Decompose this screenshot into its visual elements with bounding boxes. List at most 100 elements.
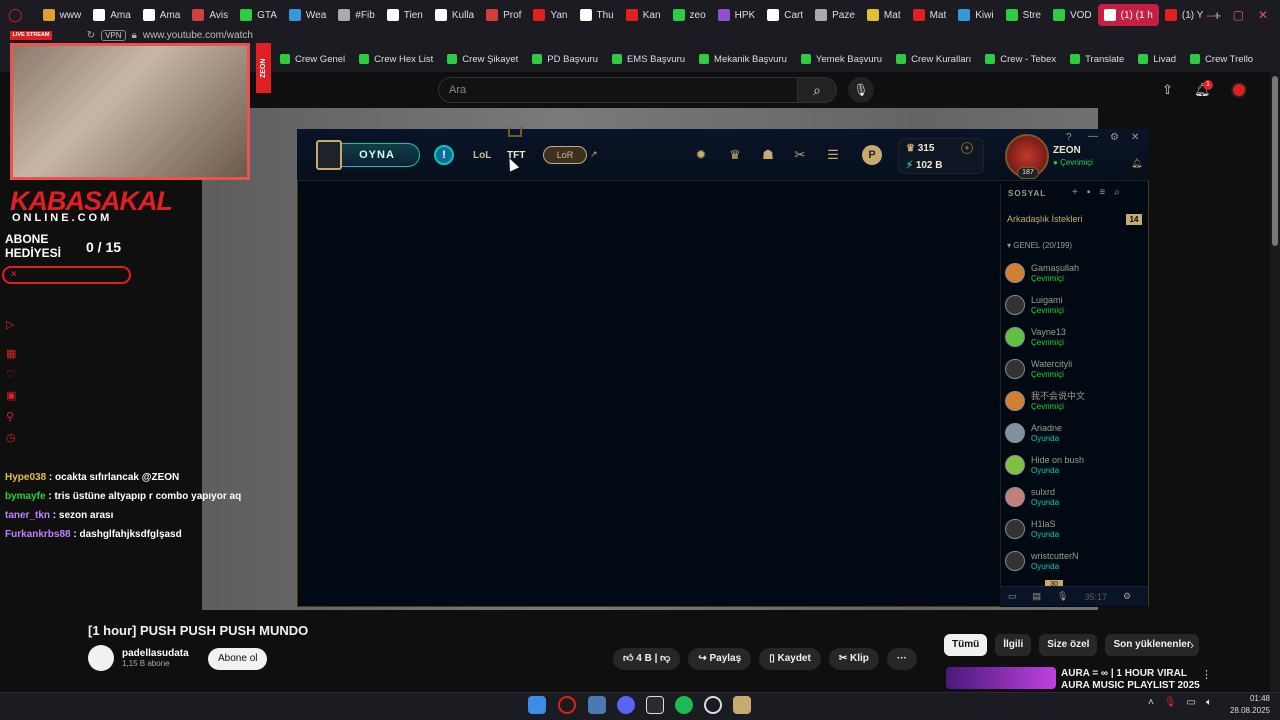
bookmark-item[interactable]: Translate [1070, 54, 1124, 65]
opera-taskbar-icon[interactable] [558, 696, 576, 714]
channel-name[interactable]: padellasudata [122, 648, 189, 659]
bookmark-item[interactable]: Yemek Başvuru [800, 54, 882, 65]
bookmark-item[interactable]: Livad [1138, 54, 1176, 65]
browser-tab[interactable]: Mat [861, 4, 907, 26]
voice-search-button[interactable]: 🎙︎ [848, 77, 874, 103]
friend-item[interactable]: H1laS Oyunda [1001, 513, 1145, 545]
start-icon[interactable] [528, 696, 546, 714]
opera-icon[interactable]: ◯ [8, 7, 23, 23]
notification-icon[interactable]: 🔔︎ [1131, 158, 1142, 169]
alert-icon[interactable]: ! [434, 145, 454, 165]
vpn-badge[interactable]: VPN [101, 30, 126, 41]
bookmark-item[interactable]: EMS Başvuru [611, 54, 685, 65]
browser-tab[interactable]: Tien [381, 4, 429, 26]
friend-item[interactable]: 我不会说中文 Çevrimiçi [1001, 385, 1145, 417]
browser-tab[interactable]: Paze [809, 4, 861, 26]
browser-tab[interactable]: Wea [283, 4, 332, 26]
friend-item[interactable]: Watercityli Çevrimiçi [1001, 353, 1145, 385]
browser-tab[interactable]: GTA [234, 4, 283, 26]
play-icon[interactable]: ▷ [6, 318, 26, 331]
add-rp-button[interactable]: + [961, 142, 973, 154]
notion-taskbar-icon[interactable] [646, 696, 664, 714]
nav-tab-lor[interactable]: LoR [543, 146, 587, 164]
volume-icon[interactable]: 🔈︎ [1206, 697, 1212, 708]
subscribe-button[interactable]: Abone ol [208, 648, 268, 670]
reload-icon[interactable]: ↻ [87, 30, 95, 41]
close-icon[interactable]: ✕ [1258, 8, 1268, 22]
browser-tab[interactable]: (1) (1 h [1097, 4, 1159, 26]
more-button[interactable]: ··· [886, 648, 917, 670]
voice-icon[interactable]: 🎙︎ [1057, 591, 1068, 602]
url-text[interactable]: www.youtube.com/watch [143, 30, 253, 41]
mic-tray-icon[interactable]: 🎙︎ [1164, 697, 1177, 708]
messages-icon[interactable]: ▤ [1033, 591, 1042, 602]
filter-chip[interactable]: Tümü [944, 634, 988, 656]
friend-item[interactable]: Vayne13 Çevrimiçi [1001, 321, 1145, 353]
friend-item[interactable]: Gamaşullah Çevrimiçi [1001, 257, 1145, 289]
search-tabs-icon[interactable]: ⌕ [1186, 8, 1193, 23]
friend-item[interactable]: sulxrd Oyunda [1001, 481, 1145, 513]
bookmark-item[interactable]: Mekanik Başvuru [699, 54, 787, 65]
list-icon[interactable]: ≡ [1099, 187, 1105, 198]
browser-tab[interactable]: Prof [480, 4, 527, 26]
kebab-menu-icon[interactable]: ⋮ [1201, 668, 1212, 681]
filter-chip[interactable]: İlgili [995, 634, 1032, 656]
chevron-right-icon[interactable]: › [1190, 638, 1194, 652]
discord-taskbar-icon[interactable] [617, 696, 635, 714]
bookmark-item[interactable]: Crew - Tebex [985, 54, 1056, 65]
recommended-thumbnail[interactable] [946, 667, 1056, 689]
client-minimize-icon[interactable]: — [1088, 131, 1098, 142]
nav-tab-lol[interactable]: LoL [473, 150, 491, 161]
help-icon[interactable]: ? [1066, 132, 1072, 143]
external-link-icon[interactable]: ↗ [590, 149, 598, 160]
friend-item[interactable]: wristcutterN Oyunda [1001, 545, 1145, 577]
tray-chevron-icon[interactable]: ˄ [1148, 697, 1154, 708]
browser-tab[interactable]: Kiwi [952, 4, 999, 26]
bookmark-item[interactable]: Crew Trello [1190, 54, 1253, 65]
minimize-icon[interactable]: — [1207, 8, 1219, 22]
friend-item[interactable]: Luigami Çevrimiçi [1001, 289, 1145, 321]
ranked-icon[interactable]: ♛ [726, 146, 744, 164]
clip-button[interactable]: ✂︎ Klip [828, 648, 879, 670]
home-icon[interactable]: ✹ [692, 146, 710, 164]
mission-icon[interactable]: ⚙︎ [1123, 591, 1131, 602]
app-taskbar-icon[interactable] [588, 696, 606, 714]
pin-icon[interactable]: ⚲ [6, 410, 26, 423]
search-input[interactable]: Ara [438, 77, 798, 103]
url-field[interactable]: ‹ › ↻ VPN 🔒︎ www.youtube.com/watch [40, 30, 253, 41]
heart-icon[interactable]: ♡ [6, 368, 26, 381]
summoner-status[interactable]: ● Çevrimiçi [1053, 158, 1093, 167]
chat-icon[interactable]: ▭ [1008, 591, 1017, 602]
scrollbar-thumb[interactable] [1272, 76, 1278, 246]
account-avatar[interactable] [1231, 82, 1247, 98]
bookmark-item[interactable]: Crew Hex List [359, 54, 433, 65]
browser-tab[interactable]: Cart [761, 4, 809, 26]
riot-taskbar-icon[interactable] [704, 696, 722, 714]
pass-icon[interactable]: P [862, 145, 882, 165]
friend-item[interactable]: Hide on bush Oyunda [1001, 449, 1145, 481]
maximize-icon[interactable]: ▢ [1233, 8, 1244, 22]
collection-icon[interactable]: ☗ [759, 146, 777, 164]
social-search-icon[interactable]: ⌕ [1114, 187, 1120, 198]
upload-icon[interactable]: ⇧ [1162, 82, 1173, 98]
save-button[interactable]: ▯ Kaydet [759, 648, 821, 670]
browser-tab[interactable]: Kulla [429, 4, 480, 26]
browser-tab[interactable]: zeo [667, 4, 712, 26]
spotify-taskbar-icon[interactable] [675, 696, 693, 714]
browser-tab[interactable]: Avis [186, 4, 234, 26]
client-close-icon[interactable]: ✕ [1131, 132, 1139, 143]
bookmark-item[interactable]: Crew Kuralları [896, 54, 971, 65]
filter-chip[interactable]: Son yüklenenler [1105, 634, 1199, 656]
browser-tab[interactable]: #Fib [332, 4, 380, 26]
browser-tab[interactable]: Stre [1000, 4, 1047, 26]
filter-chip[interactable]: Size özel [1039, 634, 1098, 656]
share-button[interactable]: ↪ Paylaş [688, 648, 752, 670]
like-button[interactable]: 👍︎ 4 B | 👎︎ [613, 648, 681, 670]
history-icon[interactable]: ◷ [6, 431, 26, 444]
browser-tab[interactable]: HPK [712, 4, 762, 26]
bookmark-item[interactable]: Crew Genel [280, 54, 345, 65]
bookmark-item[interactable]: Crew Şikayet [447, 54, 518, 65]
browser-tab[interactable]: Ama [87, 4, 137, 26]
network-icon[interactable]: ▭ [1187, 697, 1196, 708]
add-friend-icon[interactable]: + [1072, 187, 1078, 198]
